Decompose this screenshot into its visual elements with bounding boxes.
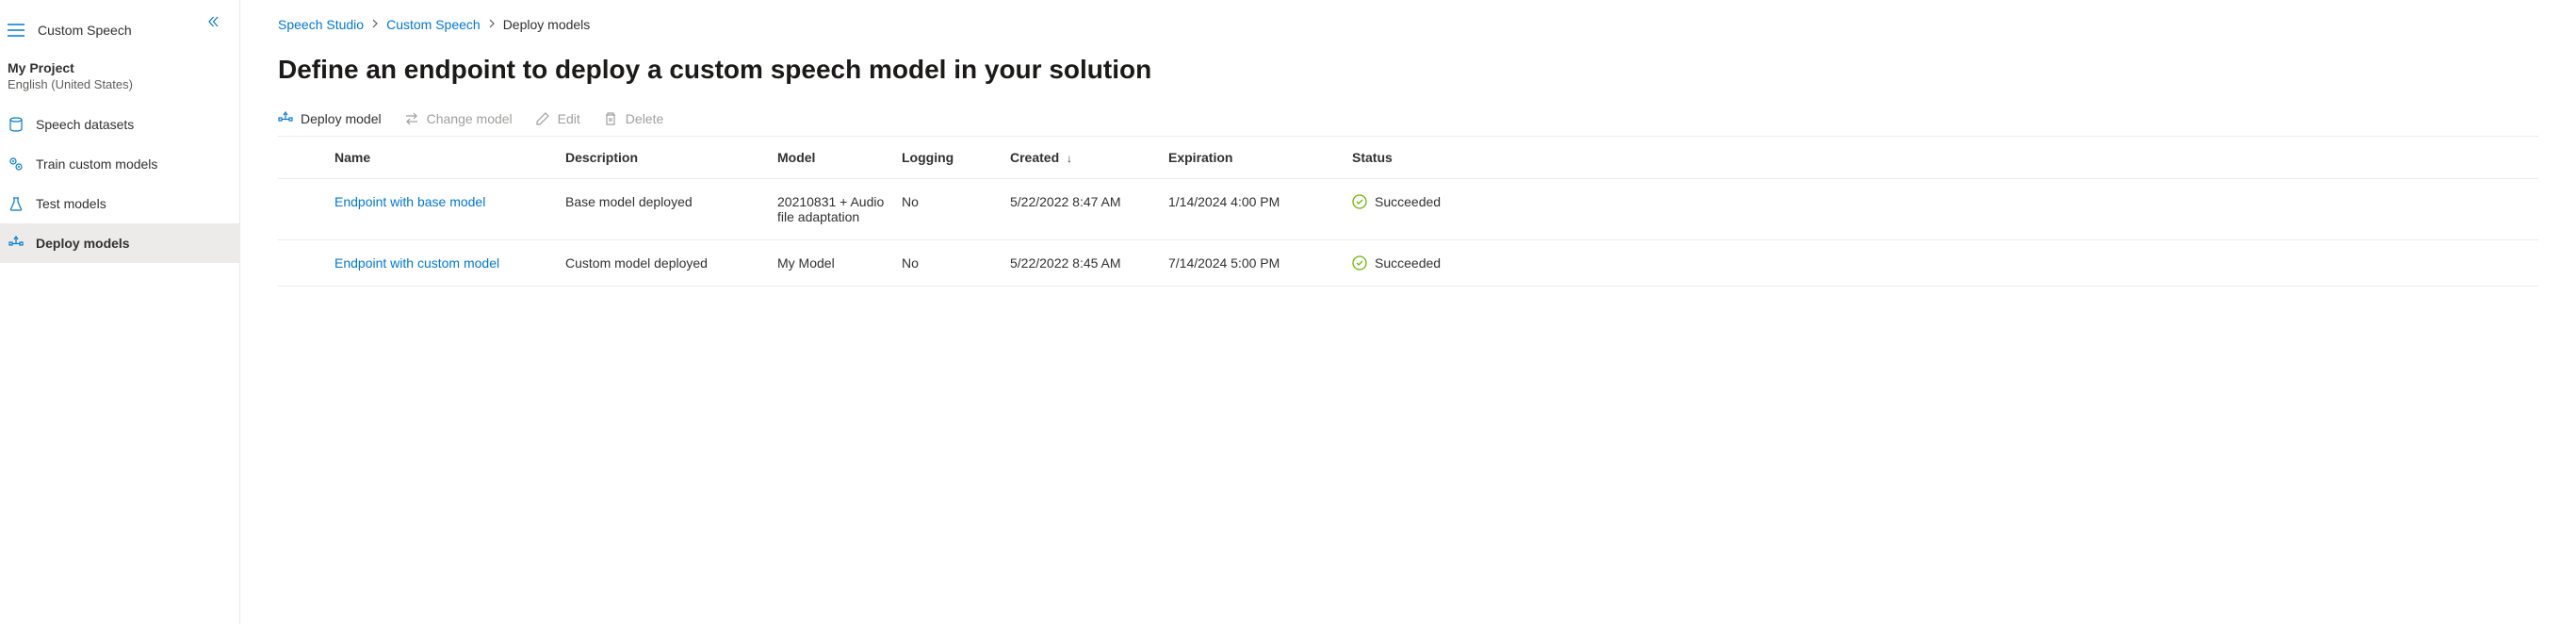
sidebar: Custom Speech My Project English (United…	[0, 0, 240, 624]
endpoint-model: 20210831 + Audio file adaptation	[777, 194, 902, 224]
collapse-sidebar-button[interactable]	[207, 15, 220, 31]
toolbar-label: Edit	[558, 111, 580, 126]
sidebar-item-label: Speech datasets	[36, 117, 134, 132]
endpoint-status: Succeeded	[1352, 194, 2538, 209]
endpoint-expiration: 7/14/2024 5:00 PM	[1168, 255, 1352, 271]
database-icon	[8, 116, 24, 133]
hamburger-icon	[8, 24, 26, 37]
delete-button: Delete	[603, 111, 663, 126]
chevron-double-left-icon	[207, 15, 220, 28]
col-header-status[interactable]: Status	[1352, 150, 2538, 165]
sidebar-item-label: Deploy models	[36, 236, 130, 251]
sidebar-item-test-models[interactable]: Test models	[0, 184, 239, 223]
endpoint-model: My Model	[777, 255, 902, 271]
endpoint-status: Succeeded	[1352, 255, 2538, 271]
sort-desc-icon: ↓	[1067, 152, 1072, 165]
toolbar-label: Deploy model	[301, 111, 382, 126]
endpoint-expiration: 1/14/2024 4:00 PM	[1168, 194, 1352, 209]
toolbar-label: Delete	[626, 111, 663, 126]
status-label: Succeeded	[1375, 194, 1441, 209]
main-content: Speech Studio Custom Speech Deploy model…	[240, 0, 2576, 624]
endpoint-created: 5/22/2022 8:47 AM	[1010, 194, 1168, 209]
edit-button: Edit	[535, 111, 580, 126]
col-header-expiration[interactable]: Expiration	[1168, 150, 1352, 165]
endpoint-description: Custom model deployed	[565, 255, 777, 271]
project-subtitle: English (United States)	[8, 77, 232, 91]
chevron-right-icon	[488, 19, 496, 31]
sidebar-header[interactable]: Custom Speech	[0, 8, 239, 53]
endpoint-name-link[interactable]: Endpoint with base model	[334, 194, 565, 209]
sidebar-item-label: Train custom models	[36, 156, 157, 172]
sidebar-item-label: Test models	[36, 196, 106, 211]
deploy-model-button[interactable]: Deploy model	[278, 111, 382, 126]
col-header-name[interactable]: Name	[334, 150, 565, 165]
endpoint-name-link[interactable]: Endpoint with custom model	[334, 255, 565, 271]
col-header-description[interactable]: Description	[565, 150, 777, 165]
endpoint-logging: No	[902, 255, 1010, 271]
endpoint-description: Base model deployed	[565, 194, 777, 209]
col-header-created[interactable]: Created ↓	[1010, 150, 1168, 165]
project-section: My Project English (United States)	[0, 53, 239, 105]
gears-icon	[8, 156, 24, 172]
toolbar-label: Change model	[427, 111, 513, 126]
deploy-icon	[8, 235, 24, 252]
success-check-icon	[1352, 255, 1367, 271]
toolbar: Deploy model Change model Edit	[278, 111, 2538, 136]
sidebar-item-train-custom-models[interactable]: Train custom models	[0, 144, 239, 184]
breadcrumb-link-custom-speech[interactable]: Custom Speech	[386, 17, 481, 32]
sidebar-header-label: Custom Speech	[38, 23, 132, 38]
endpoint-created: 5/22/2022 8:45 AM	[1010, 255, 1168, 271]
breadcrumb-current: Deploy models	[503, 17, 591, 32]
col-header-created-label: Created	[1010, 150, 1059, 165]
sidebar-item-speech-datasets[interactable]: Speech datasets	[0, 105, 239, 144]
flask-icon	[8, 195, 24, 212]
page-title: Define an endpoint to deploy a custom sp…	[278, 55, 2538, 85]
table-row[interactable]: Endpoint with base model Base model depl…	[278, 179, 2538, 240]
table-header-row: Name Description Model Logging Created ↓…	[278, 137, 2538, 179]
endpoints-table: Name Description Model Logging Created ↓…	[278, 136, 2538, 287]
endpoint-logging: No	[902, 194, 1010, 209]
col-header-model[interactable]: Model	[777, 150, 902, 165]
table-row[interactable]: Endpoint with custom model Custom model …	[278, 240, 2538, 287]
breadcrumb-link-speech-studio[interactable]: Speech Studio	[278, 17, 364, 32]
swap-icon	[404, 111, 419, 126]
deploy-icon	[278, 111, 293, 126]
project-title: My Project	[8, 60, 232, 75]
pencil-icon	[535, 111, 550, 126]
trash-icon	[603, 111, 618, 126]
success-check-icon	[1352, 194, 1367, 209]
breadcrumb: Speech Studio Custom Speech Deploy model…	[278, 17, 2538, 32]
sidebar-item-deploy-models[interactable]: Deploy models	[0, 223, 239, 263]
chevron-right-icon	[371, 19, 379, 31]
col-header-logging[interactable]: Logging	[902, 150, 1010, 165]
change-model-button: Change model	[404, 111, 513, 126]
status-label: Succeeded	[1375, 255, 1441, 271]
